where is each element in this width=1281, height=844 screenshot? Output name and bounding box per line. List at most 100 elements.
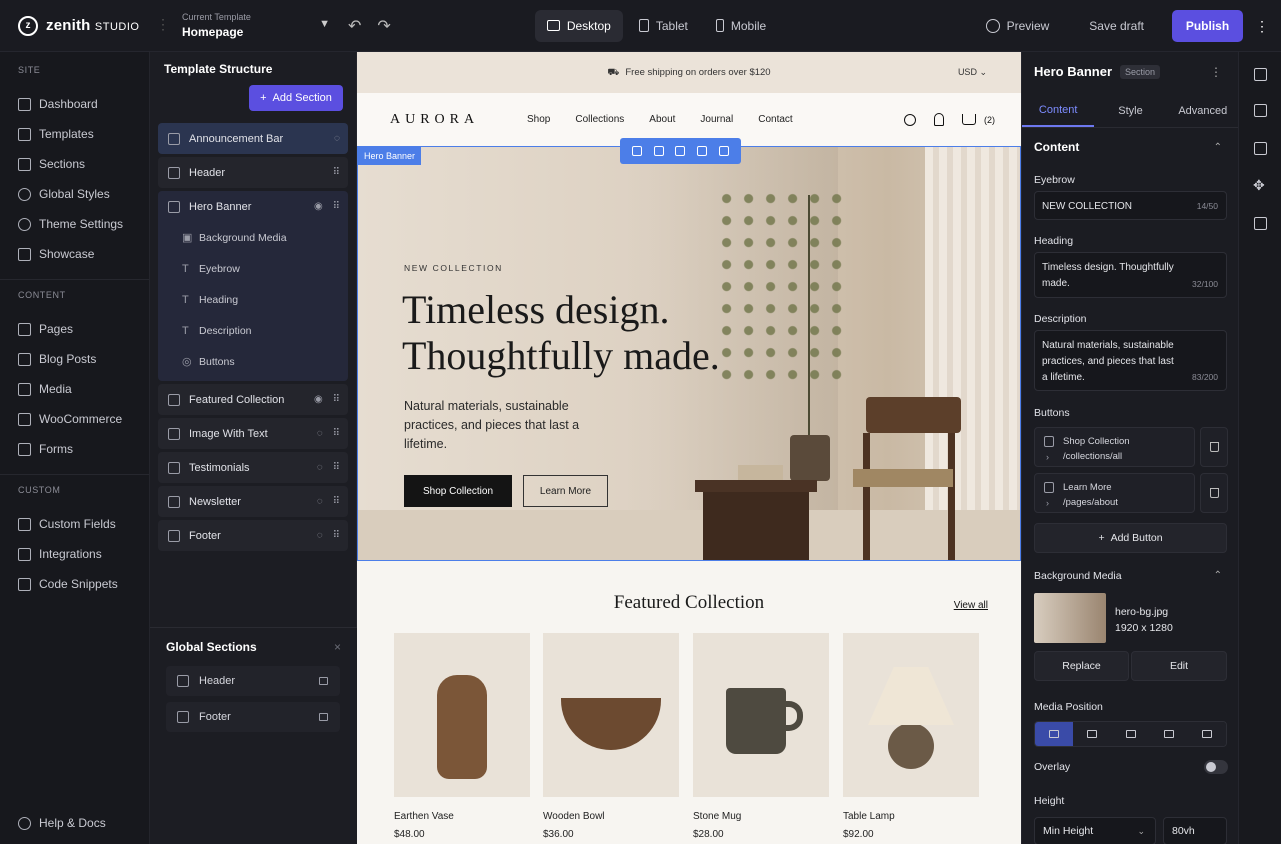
visibility-off-icon[interactable]: ◌ [317, 462, 323, 473]
settings-icon[interactable] [719, 146, 730, 156]
tab-content[interactable]: Content [1022, 94, 1095, 127]
drag-handle-icon[interactable]: ⠿ [333, 496, 340, 507]
height-value-input[interactable]: 80vh [1163, 817, 1227, 844]
sidebar-item-forms[interactable]: Forms [0, 434, 149, 464]
duplicate-icon[interactable] [653, 146, 664, 156]
more-menu-icon[interactable]: ⋮ [1210, 65, 1222, 79]
account-icon[interactable] [934, 113, 944, 126]
sidebar-item-code-snippets[interactable]: Code Snippets [0, 569, 149, 599]
eyebrow-field[interactable]: NEW COLLECTION 14/50 [1034, 191, 1227, 220]
visibility-off-icon[interactable]: ◌ [334, 133, 340, 144]
preview-canvas[interactable]: ⛟ Free shipping on orders over $120 USD … [357, 52, 1021, 844]
preview-button[interactable]: Preview [985, 19, 1049, 33]
undo-icon[interactable]: ↶ [348, 16, 361, 36]
learn-more-button[interactable]: Learn More [523, 475, 608, 507]
close-icon[interactable]: × [334, 640, 341, 654]
product-card[interactable]: Table Lamp $92.00 [843, 633, 979, 840]
child-row-background-media[interactable]: ▣ Background Media [158, 222, 348, 253]
height-mode-select[interactable]: Min Height ⌄ [1034, 817, 1156, 844]
announcement-bar[interactable]: ⛟ Free shipping on orders over $120 USD … [357, 52, 1021, 93]
sidebar-item-templates[interactable]: Templates [0, 119, 149, 149]
layers-icon[interactable] [1254, 68, 1267, 81]
button-item-shop-collection[interactable]: › Shop Collection /collections/all [1034, 427, 1195, 467]
hero-description[interactable]: Natural materials, sustainable practices… [404, 397, 584, 454]
add-button-button[interactable]: + Add Button [1034, 523, 1227, 553]
child-row-heading[interactable]: T Heading [158, 284, 348, 315]
delete-button-icon[interactable] [1200, 427, 1228, 467]
product-card[interactable]: Wooden Bowl $36.00 [543, 633, 679, 840]
shop-collection-button[interactable]: Shop Collection [404, 475, 512, 507]
move-icon[interactable]: ✥ [1253, 177, 1265, 194]
publish-button[interactable]: Publish [1172, 10, 1243, 42]
section-row-image-with-text[interactable]: Image With Text ◌ ⠿ [158, 418, 348, 449]
visibility-icon[interactable]: ◉ [314, 394, 323, 405]
drag-handle-icon[interactable]: ⠿ [333, 428, 340, 439]
site-nav-collections[interactable]: Collections [575, 114, 624, 125]
product-card[interactable]: Earthen Vase $48.00 [394, 633, 530, 840]
position-option[interactable] [1073, 722, 1112, 746]
copy-icon[interactable] [675, 146, 686, 156]
overlay-toggle[interactable] [1204, 760, 1228, 774]
drag-handle-icon[interactable]: ⠿ [333, 167, 340, 178]
hero-banner[interactable]: Hero Banner NEW COLLECTION Timeless desi… [357, 146, 1021, 561]
sidebar-item-theme-settings[interactable]: Theme Settings [0, 209, 149, 239]
drag-handle-icon[interactable]: ⠿ [333, 530, 340, 541]
redo-icon[interactable]: ↷ [377, 16, 390, 36]
sliders-icon[interactable] [1254, 142, 1267, 155]
move-icon[interactable] [631, 146, 642, 156]
section-row-header[interactable]: Header ⠿ [158, 157, 348, 188]
sidebar-item-pages[interactable]: Pages [0, 314, 149, 344]
drag-handle-icon[interactable]: ⠿ [333, 462, 340, 473]
background-thumbnail[interactable] [1034, 593, 1106, 643]
list-icon[interactable] [1254, 217, 1267, 230]
section-row-footer[interactable]: Footer ◌ ⠿ [158, 520, 348, 551]
delete-button-icon[interactable] [1200, 473, 1228, 513]
tab-style[interactable]: Style [1094, 94, 1166, 127]
sidebar-item-help[interactable]: Help & Docs [0, 808, 124, 838]
tab-advanced[interactable]: Advanced [1167, 94, 1239, 127]
device-desktop[interactable]: Desktop [534, 9, 623, 42]
global-row-footer[interactable]: Footer [166, 702, 340, 732]
product-card[interactable]: Stone Mug $28.00 [693, 633, 829, 840]
add-section-button[interactable]: + Add Section [249, 85, 343, 111]
blocks-icon[interactable] [1254, 104, 1267, 117]
trash-icon[interactable] [697, 146, 708, 156]
sidebar-item-custom-fields[interactable]: Custom Fields [0, 509, 149, 539]
site-nav-about[interactable]: About [649, 114, 675, 125]
description-field[interactable]: Natural materials, sustainable practices… [1034, 330, 1227, 391]
site-nav-contact[interactable]: Contact [758, 114, 792, 125]
device-mobile[interactable]: Mobile [704, 10, 778, 42]
site-logo[interactable]: AURORA [390, 112, 479, 128]
section-row-testimonials[interactable]: Testimonials ◌ ⠿ [158, 452, 348, 483]
device-tablet[interactable]: Tablet [627, 10, 700, 42]
chevron-up-icon[interactable]: ⌃ [1214, 142, 1222, 153]
global-row-header[interactable]: Header [166, 666, 340, 696]
sidebar-item-integrations[interactable]: Integrations [0, 539, 149, 569]
position-option[interactable] [1035, 722, 1074, 746]
section-row-featured-collection[interactable]: Featured Collection ◉ ⠿ [158, 384, 348, 415]
visibility-icon[interactable]: ◉ [314, 201, 323, 212]
cart-button[interactable]: (2) [962, 114, 995, 125]
child-row-description[interactable]: T Description [158, 315, 348, 346]
hero-eyebrow[interactable]: NEW COLLECTION [404, 263, 503, 273]
heading-field[interactable]: Timeless design. Thoughtfully made. 32/1… [1034, 252, 1227, 298]
hero-heading[interactable]: Timeless design. Thoughtfully made. [402, 287, 762, 379]
visibility-off-icon[interactable]: ◌ [317, 496, 323, 507]
sidebar-item-dashboard[interactable]: Dashboard [0, 89, 149, 119]
edit-button[interactable]: Edit [1131, 651, 1227, 681]
section-row-hero-banner[interactable]: Hero Banner ◉ ⠿ [158, 191, 348, 222]
save-draft-button[interactable]: Save draft [1089, 19, 1144, 33]
more-menu-icon[interactable]: ⋮ [1255, 18, 1269, 35]
sidebar-item-global-styles[interactable]: Global Styles [0, 179, 149, 209]
position-option[interactable] [1149, 722, 1188, 746]
currency-selector[interactable]: USD ⌄ [958, 67, 987, 78]
search-icon[interactable] [904, 113, 916, 126]
site-nav-shop[interactable]: Shop [527, 114, 550, 125]
visibility-off-icon[interactable]: ◌ [317, 428, 323, 439]
featured-collection[interactable]: Featured Collection View all Earthen Vas… [357, 561, 1021, 844]
sidebar-item-showcase[interactable]: Showcase [0, 239, 149, 269]
brand[interactable]: z zenith STUDIO [0, 15, 152, 36]
child-row-buttons[interactable]: ◎ Buttons [158, 346, 348, 377]
template-selector[interactable]: ⋮ Current Template Homepage ▼ [152, 12, 330, 39]
site-nav-journal[interactable]: Journal [700, 114, 733, 125]
